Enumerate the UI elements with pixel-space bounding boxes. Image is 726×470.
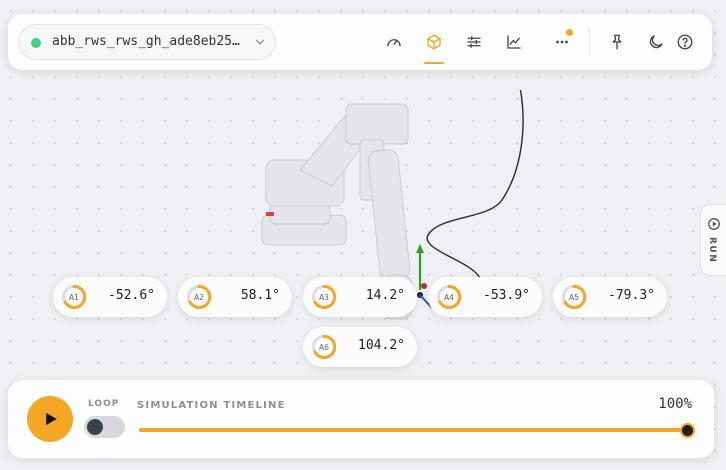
theme-toggle-button[interactable] [643,29,669,55]
loop-toggle-knob [87,419,103,435]
timeline-track[interactable] [139,428,687,432]
play-circle-icon [708,218,720,230]
sliders-icon [467,36,481,48]
toolbar-divider [589,28,590,56]
run-side-tab[interactable]: RUN [700,204,726,276]
joint-label: A5 [569,293,579,302]
joint-gauge-icon: A5 [562,284,587,309]
joint-value: -79.3° [608,288,655,303]
timeline-thumb[interactable] [680,423,695,438]
more-button[interactable] [549,29,575,55]
play-button[interactable] [27,396,73,442]
joint-label: A4 [444,293,454,302]
top-toolbar: abb_rws_rws_gh_ade8eb25… [8,14,712,70]
joint-value: 58.1° [240,288,280,303]
chevron-down-icon [255,39,265,45]
device-selector[interactable]: abb_rws_rws_gh_ade8eb25… [18,24,276,60]
joint-label: A6 [319,343,329,352]
loop-toggle[interactable] [84,416,125,438]
device-name: abb_rws_rws_gh_ade8eb25… [52,34,240,49]
joint-readout-a3: A3 14.2° [303,277,417,317]
notification-dot [566,29,573,36]
joint-value: -52.6° [108,288,155,303]
joint-gauge-icon: A1 [62,284,87,309]
joint-label: A2 [194,293,204,302]
joint-readout-a1: A1 -52.6° [53,277,167,317]
joint-gauge-icon: A6 [312,334,337,359]
loop-label: LOOP [88,399,120,409]
help-button[interactable] [672,29,698,55]
pin-button[interactable] [604,29,630,55]
settings-sliders-button[interactable] [461,29,487,55]
cube-icon [427,34,441,50]
run-label: RUN [707,237,717,264]
timeline-label: SIMULATION TIMELINE [137,400,286,411]
gauge-button[interactable] [381,29,407,55]
moon-icon [649,35,663,49]
joint-readout-a4: A4 -53.9° [428,277,542,317]
joint-value: 14.2° [365,288,405,303]
connection-status-dot [31,38,41,48]
pin-icon [612,34,622,50]
help-icon [677,34,693,50]
joint-readout-a2: A2 58.1° [178,277,292,317]
play-icon [46,413,57,425]
simulation-panel: LOOP SIMULATION TIMELINE 100% [8,380,714,458]
timeline-percent: 100% [658,396,692,412]
joint-gauge-icon: A2 [187,284,212,309]
gauge-icon [387,39,401,47]
timeline-fill [139,428,687,432]
joint-value: -53.9° [483,288,530,303]
joint-readout-a6: A6 104.2° [303,327,417,367]
chart-button[interactable] [501,29,527,55]
joint-gauge-icon: A3 [312,284,337,309]
3d-view-button[interactable] [421,29,447,64]
joint-readout-a5: A5 -79.3° [553,277,667,317]
joint-gauge-icon: A4 [437,284,462,309]
joint-label: A3 [319,293,329,302]
chart-icon [507,35,521,49]
joint-value: 104.2° [358,338,405,353]
joint-label: A1 [69,293,79,302]
